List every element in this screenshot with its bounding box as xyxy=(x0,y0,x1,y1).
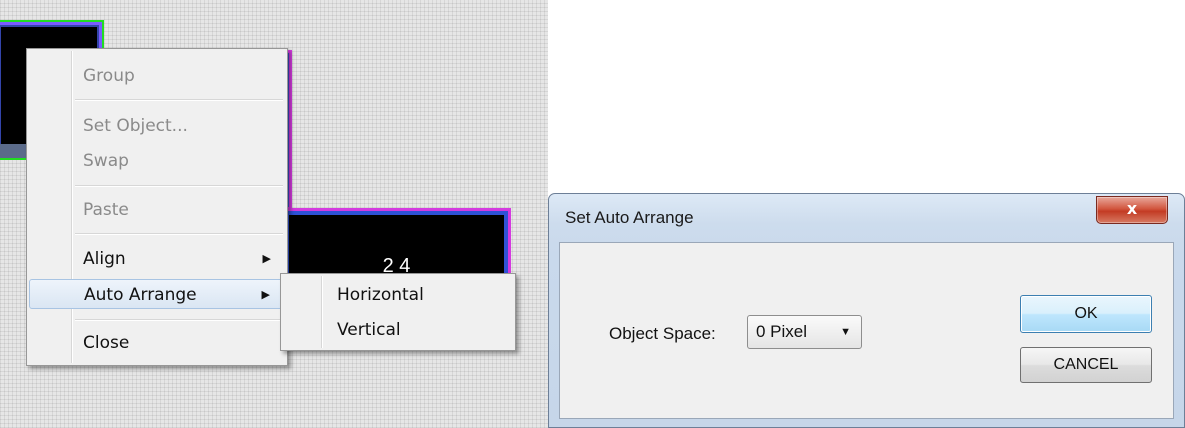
submenu-item-vertical[interactable]: Vertical xyxy=(283,315,513,345)
ok-button[interactable]: OK xyxy=(1020,295,1152,333)
menu-separator xyxy=(75,233,283,235)
menu-item-label: Close xyxy=(83,333,130,353)
auto-arrange-submenu: Horizontal Vertical xyxy=(280,273,516,351)
menu-item-group[interactable]: Group xyxy=(29,61,285,91)
menu-item-align[interactable]: Align ▶ xyxy=(29,244,285,274)
menu-item-set-object[interactable]: Set Object... xyxy=(29,111,285,141)
menu-item-auto-arrange[interactable]: Auto Arrange ▶ xyxy=(29,279,285,309)
cancel-button[interactable]: CANCEL xyxy=(1020,347,1152,383)
object-space-label: Object Space: xyxy=(609,324,716,343)
menu-item-label: Set Object... xyxy=(83,116,188,136)
submenu-item-label: Horizontal xyxy=(337,285,424,305)
dialog-title: Set Auto Arrange xyxy=(565,208,694,227)
chevron-down-icon: ▼ xyxy=(840,326,851,338)
submenu-item-horizontal[interactable]: Horizontal xyxy=(283,280,513,310)
menu-item-label: Swap xyxy=(83,151,129,171)
set-auto-arrange-dialog: Set Auto Arrange x Object Space: 0 Pixel… xyxy=(548,193,1185,428)
menu-separator xyxy=(75,185,283,187)
close-button[interactable]: x xyxy=(1096,196,1168,224)
object-space-value: 0 Pixel xyxy=(756,322,808,341)
menu-item-close[interactable]: Close xyxy=(29,328,285,358)
menu-item-label: Auto Arrange xyxy=(84,285,197,305)
menu-item-swap[interactable]: Swap xyxy=(29,146,285,176)
menu-item-label: Align xyxy=(83,249,126,269)
menu-item-label: Group xyxy=(83,66,135,86)
submenu-item-label: Vertical xyxy=(337,320,401,340)
context-menu: Group Set Object... Swap Paste Align ▶ A… xyxy=(26,48,288,366)
dialog-body: Object Space: 0 Pixel ▼ OK CANCEL xyxy=(559,242,1174,419)
object-space-select[interactable]: 0 Pixel ▼ xyxy=(747,315,862,349)
menu-item-label: Paste xyxy=(83,200,129,220)
submenu-arrow-icon: ▶ xyxy=(261,288,270,301)
close-icon: x xyxy=(1126,199,1138,218)
design-canvas[interactable]: 2 4 Group Set Object... Swap Paste Align… xyxy=(0,0,548,428)
menu-separator xyxy=(75,99,283,101)
menu-separator xyxy=(75,319,283,321)
menu-item-paste[interactable]: Paste xyxy=(29,195,285,225)
submenu-arrow-icon: ▶ xyxy=(262,252,271,265)
